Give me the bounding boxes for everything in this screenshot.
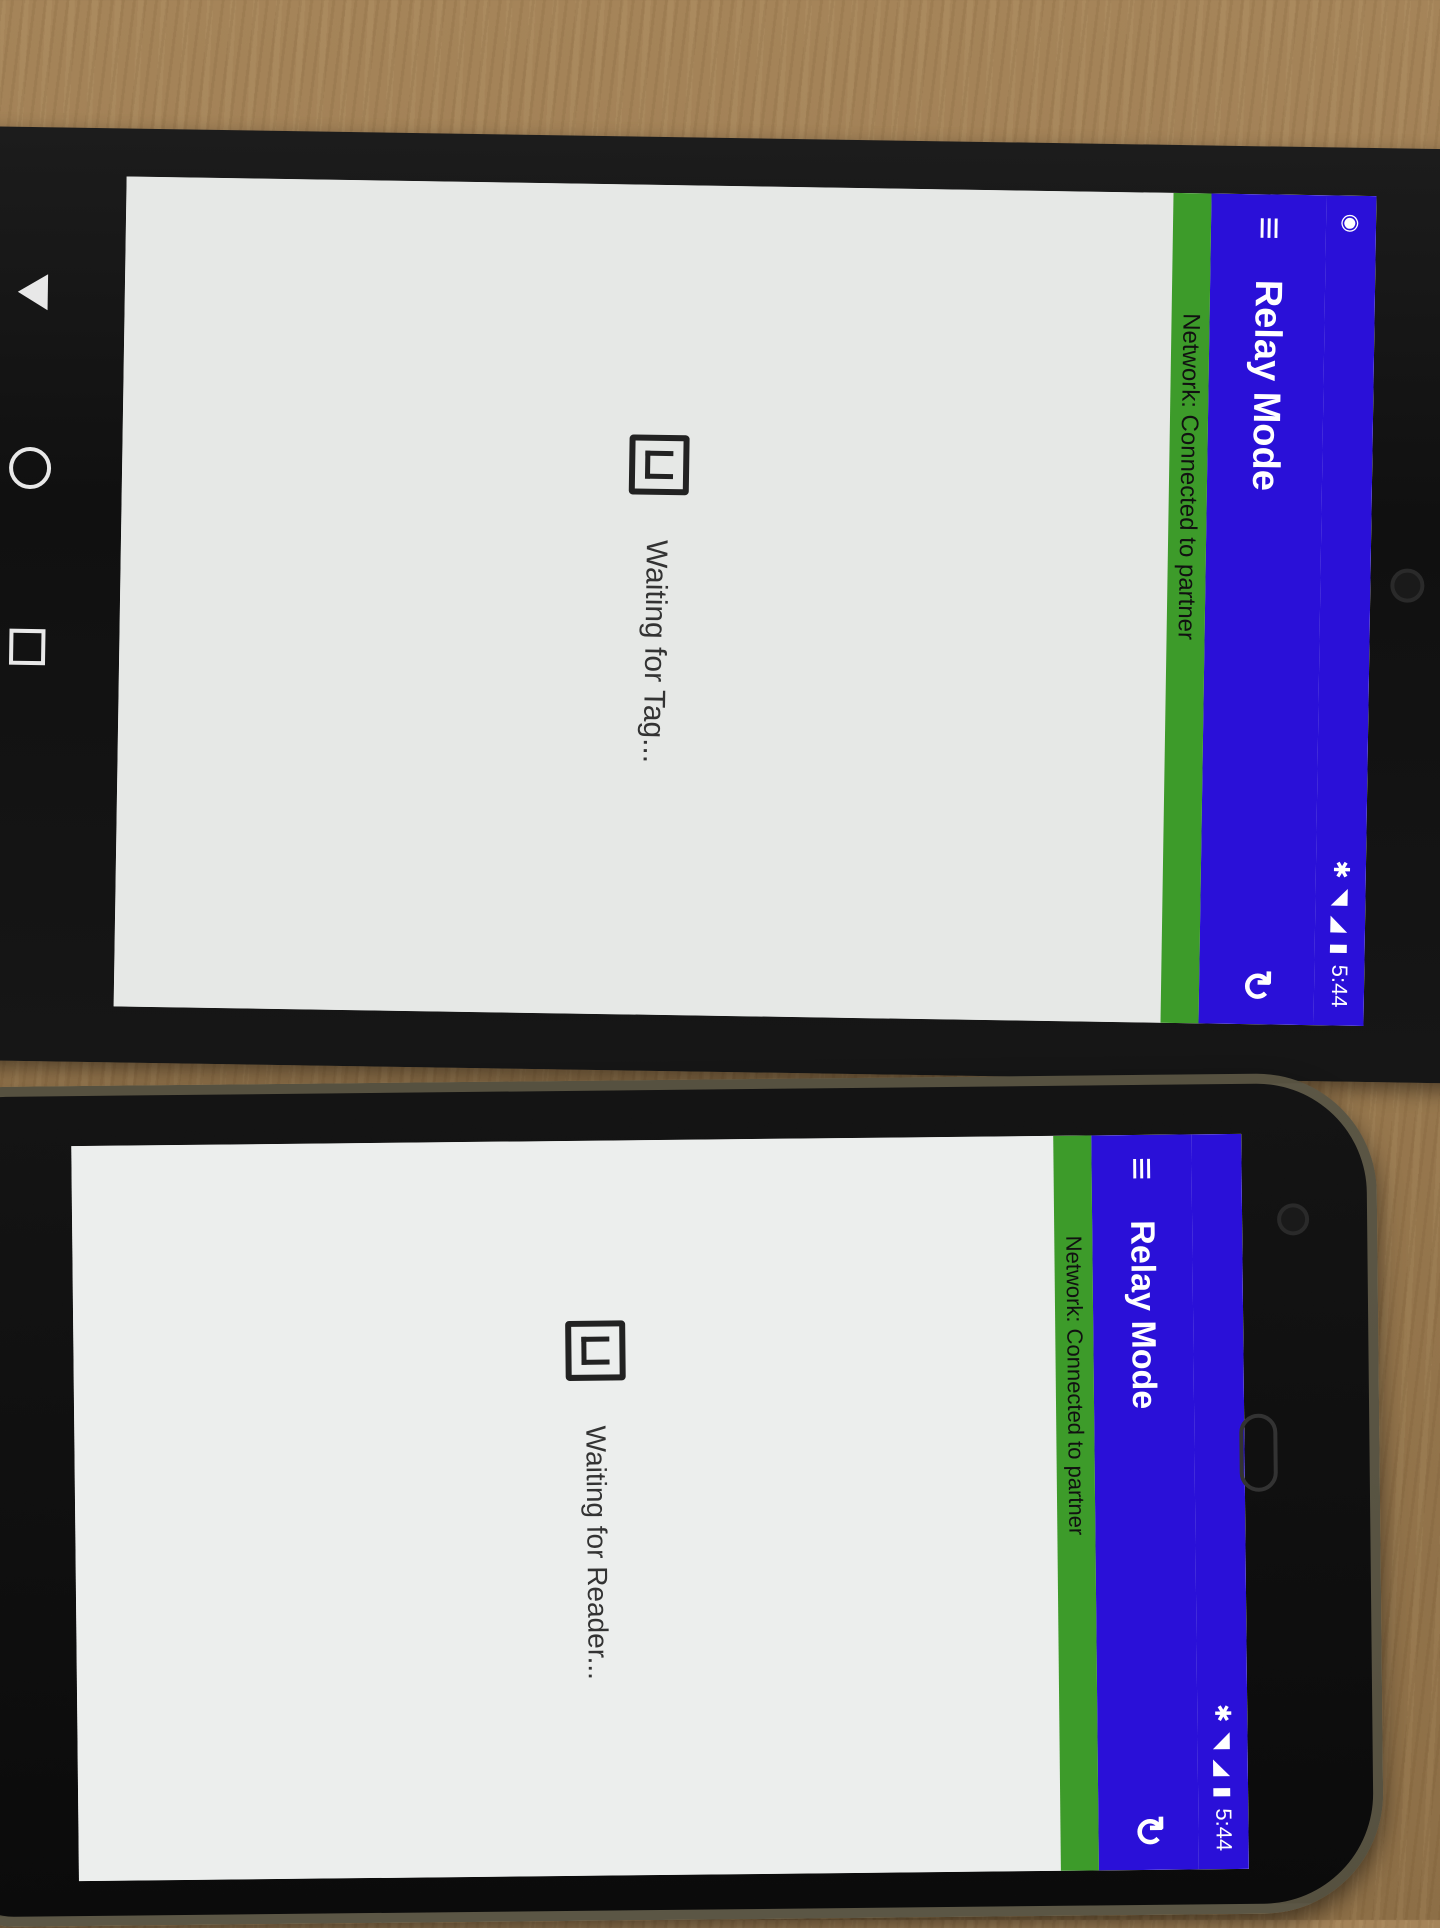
recents-icon[interactable] <box>8 628 46 666</box>
status-time: 5:44 <box>1211 1808 1237 1852</box>
earpiece-speaker <box>1239 1413 1278 1492</box>
bottom-phone: ✱ ◥ ◢ ▮ 5:44 ≡ Relay Mode ↻ Network: Con… <box>0 1072 1385 1928</box>
wifi-icon: ◥ <box>1210 1732 1236 1750</box>
battery-icon: ▮ <box>1327 942 1353 955</box>
refresh-icon[interactable]: ↻ <box>1125 1814 1171 1848</box>
top-phone: ◉ ✱ ◥ ◢ ▮ 5:44 ≡ Relay Mode ↻ Network: C… <box>0 125 1440 1085</box>
bluetooth-icon: ✱ <box>1210 1703 1236 1723</box>
menu-icon[interactable]: ≡ <box>1119 1157 1164 1181</box>
top-phone-screen: ◉ ✱ ◥ ◢ ▮ 5:44 ≡ Relay Mode ↻ Network: C… <box>113 176 1377 1027</box>
signal-icon: ◢ <box>1327 915 1354 933</box>
refresh-icon[interactable]: ↻ <box>1233 968 1280 1002</box>
status-time: 5:44 <box>1326 964 1353 1008</box>
waiting-text: Waiting for Reader... <box>580 1425 614 1681</box>
app-bar: ≡ Relay Mode ↻ <box>1198 193 1327 1026</box>
waiting-text: Waiting for Tag... <box>636 539 674 764</box>
bottom-phone-screen: ✱ ◥ ◢ ▮ 5:44 ≡ Relay Mode ↻ Network: Con… <box>71 1133 1249 1882</box>
battery-icon: ▮ <box>1211 1786 1237 1799</box>
front-camera <box>1276 1203 1310 1236</box>
app-notification-icon: ◉ <box>1338 213 1365 234</box>
back-icon[interactable] <box>17 273 49 311</box>
content-area: Waiting for Tag... <box>114 176 1174 1022</box>
nfc-icon <box>628 434 690 496</box>
menu-icon[interactable]: ≡ <box>1246 216 1291 240</box>
content-area: Waiting for Reader... <box>71 1136 1061 1881</box>
app-bar: ≡ Relay Mode ↻ <box>1091 1134 1199 1871</box>
app-title: Relay Mode <box>1123 1220 1164 1410</box>
wifi-icon: ◥ <box>1328 888 1354 906</box>
app-title: Relay Mode <box>1243 279 1290 492</box>
nfc-icon <box>565 1320 626 1381</box>
front-camera <box>1390 568 1425 603</box>
signal-icon: ◢ <box>1210 1759 1236 1777</box>
bluetooth-icon: ✱ <box>1328 860 1355 880</box>
network-status-bar: Network: Connected to partner <box>1053 1135 1099 1871</box>
navigation-bar <box>0 273 73 666</box>
home-icon[interactable] <box>8 446 52 490</box>
status-bar: ✱ ◥ ◢ ▮ 5:44 <box>1191 1133 1249 1870</box>
